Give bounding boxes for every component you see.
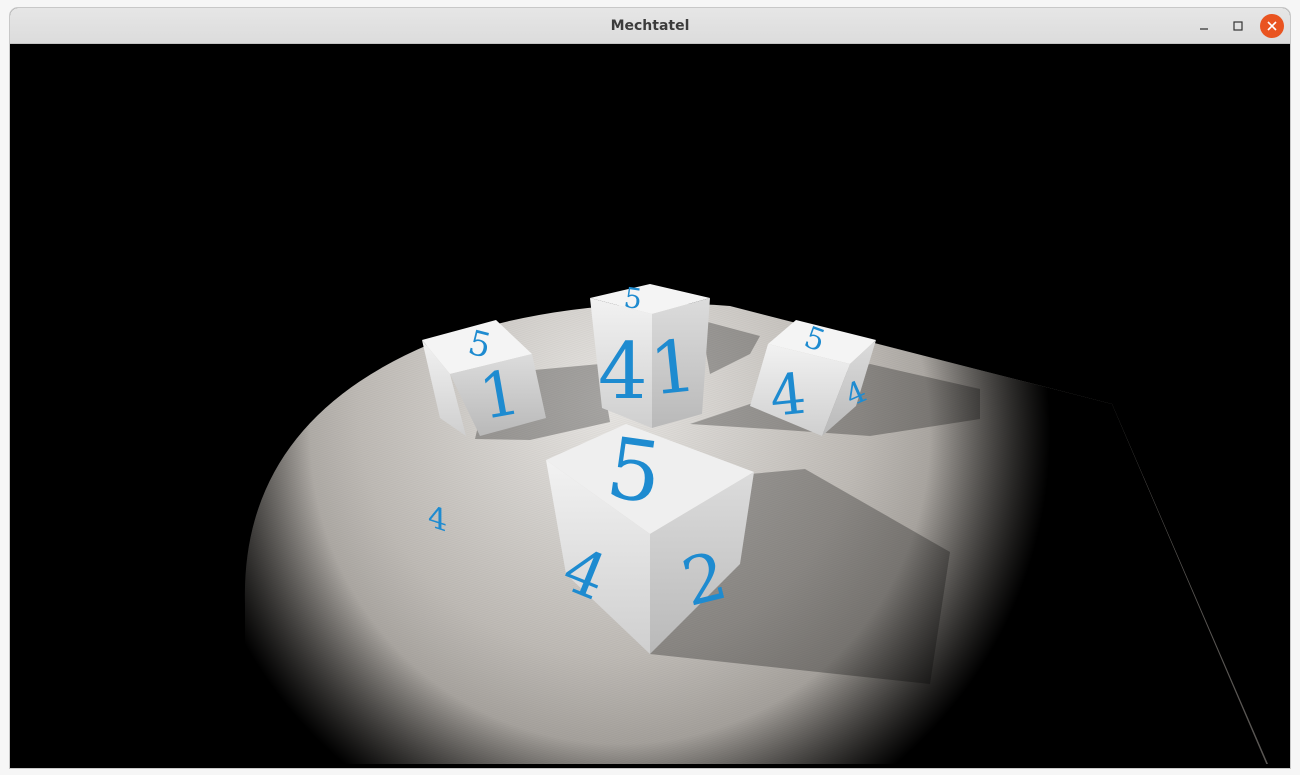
minimize-icon — [1200, 28, 1208, 30]
die-center-left-digit: 4 — [598, 327, 648, 417]
window-title: Mechtatel — [610, 18, 690, 34]
die-right-left-digit: 4 — [767, 362, 809, 430]
app-window: Mechtatel 5 4 1 5 4 1 5 4 4 5 4 2 — [10, 8, 1290, 768]
die-left-left-digit: 4 — [428, 499, 447, 540]
close-button[interactable] — [1260, 14, 1284, 38]
title-bar[interactable]: Mechtatel — [10, 8, 1290, 44]
die-center-right-digit: 1 — [646, 323, 700, 411]
render-viewport[interactable]: 5 4 1 5 4 1 5 4 4 5 4 2 — [10, 44, 1290, 768]
minimize-button[interactable] — [1192, 14, 1216, 38]
scene-canvas[interactable]: 5 4 1 5 4 1 5 4 4 5 4 2 — [10, 44, 1290, 768]
close-icon — [1267, 21, 1277, 31]
maximize-icon — [1233, 21, 1243, 31]
die-center[interactable]: 5 4 1 — [590, 281, 710, 428]
maximize-button[interactable] — [1226, 14, 1250, 38]
